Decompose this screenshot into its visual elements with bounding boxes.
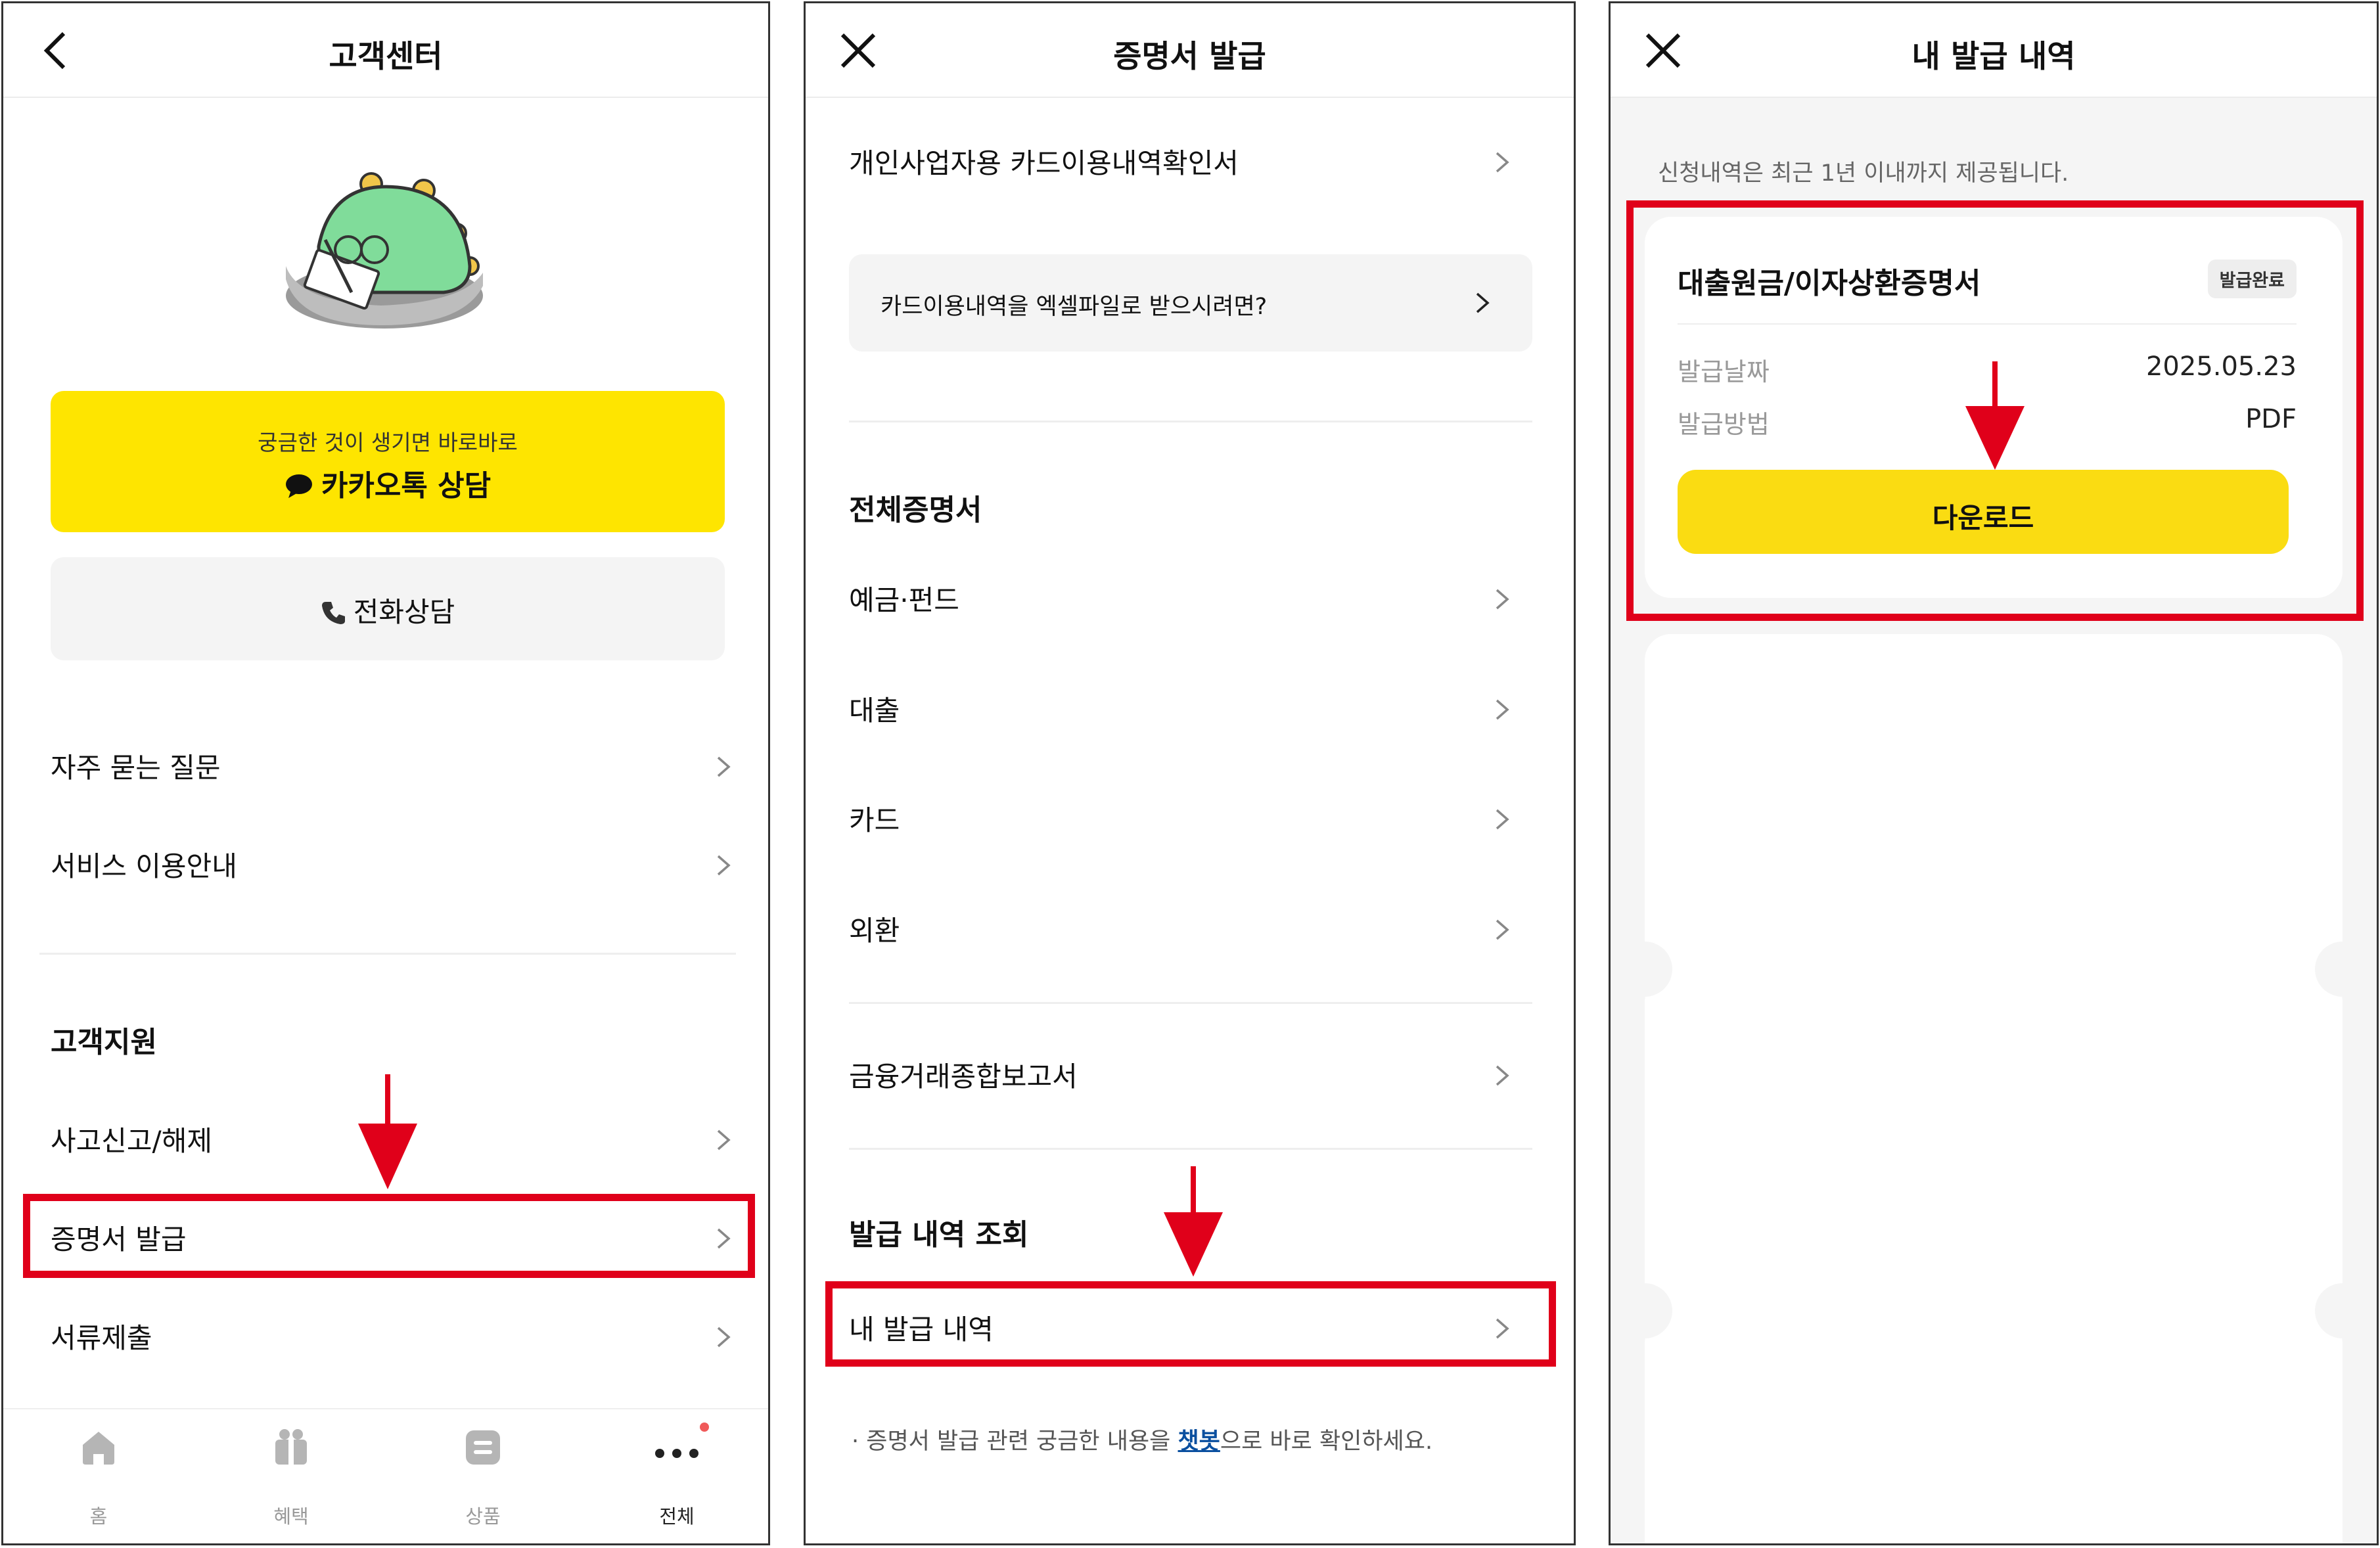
chevron-right-icon — [1496, 589, 1509, 610]
tab-products[interactable]: 상품 — [417, 1409, 549, 1543]
menu-item-label: 서비스 이용안내 — [51, 850, 237, 882]
note-text: 으로 바로 확인하세요. — [1220, 1428, 1433, 1455]
chevron-right-icon — [1496, 1065, 1509, 1086]
menu-item-document-submit[interactable]: 서류제출 — [51, 1316, 734, 1355]
menu-item-label: 카드 — [849, 804, 900, 836]
menu-item-loan[interactable]: 대출 — [849, 689, 1532, 728]
divider — [849, 1148, 1532, 1150]
ticket-notch-decoration — [1617, 942, 2370, 1338]
menu-item-label: 외환 — [849, 915, 900, 947]
menu-item-business-card-usage[interactable]: 개인사업자용 카드이용내역확인서 — [849, 141, 1532, 181]
tab-home[interactable]: 홈 — [33, 1409, 164, 1543]
chevron-right-icon — [1476, 292, 1490, 313]
product-icon — [466, 1430, 500, 1465]
section-title-all-certificates: 전체증명서 — [849, 493, 982, 527]
header: 증명서 발급 — [806, 3, 1574, 98]
menu-item-certificate-issue[interactable]: 증명서 발급 — [51, 1218, 734, 1257]
menu-item-label: 서류제출 — [51, 1322, 152, 1354]
menu-item-deposit-fund[interactable]: 예금·펀드 — [849, 578, 1532, 618]
tab-benefit[interactable]: 혜택 — [225, 1409, 357, 1543]
header: 고객센터 — [3, 3, 768, 98]
gift-icon — [275, 1429, 307, 1465]
tab-label: 상품 — [465, 1505, 501, 1528]
section-title-support: 고객지원 — [51, 1026, 157, 1059]
chevron-right-icon — [1496, 699, 1509, 720]
menu-item-label: 금융거래종합보고서 — [849, 1060, 1078, 1093]
phone-label-text: 전화상담 — [353, 596, 455, 628]
page-title: 증명서 발급 — [1113, 39, 1266, 75]
tab-all[interactable]: 전체 — [611, 1409, 743, 1543]
divider — [39, 953, 736, 955]
phone-consult-button[interactable]: 전화상담 — [51, 557, 725, 660]
chevron-right-icon — [717, 756, 730, 777]
chevron-right-icon — [717, 855, 730, 876]
kakaotalk-consult-button[interactable]: 궁금한 것이 생기면 바로바로 카카오톡 상담 — [51, 391, 725, 532]
divider — [849, 1002, 1532, 1004]
chevron-right-icon — [717, 1228, 730, 1249]
menu-item-financial-report[interactable]: 금융거래종합보고서 — [849, 1055, 1532, 1094]
menu-item-accident-report[interactable]: 사고신고/해제 — [51, 1119, 734, 1158]
certificate-issue-screen: 증명서 발급 개인사업자용 카드이용내역확인서 카드이용내역을 엑셀파일로 받으… — [804, 1, 1576, 1545]
menu-item-faq[interactable]: 자주 묻는 질문 — [51, 746, 734, 785]
more-icon — [655, 1423, 709, 1458]
excel-download-banner[interactable]: 카드이용내역을 엑셀파일로 받으시려면? — [849, 254, 1532, 352]
chevron-right-icon — [717, 1129, 730, 1150]
speech-bubble-icon — [285, 474, 312, 498]
chevron-right-icon — [1496, 1318, 1509, 1339]
section-title-history: 발급 내역 조회 — [849, 1218, 1029, 1252]
excel-banner-label: 카드이용내역을 엑셀파일로 받으시려면? — [881, 294, 1268, 320]
chevron-right-icon — [717, 1327, 730, 1348]
kakao-sub-label: 궁금한 것이 생기면 바로바로 — [258, 430, 518, 455]
menu-item-label: 내 발급 내역 — [849, 1313, 994, 1346]
kakao-main-label: 카카오톡 상담 — [51, 462, 725, 504]
menu-item-label: 대출 — [849, 694, 900, 727]
bottom-tab-bar: 홈 혜택 상품 전체 — [3, 1408, 768, 1543]
home-icon — [83, 1432, 114, 1465]
tab-label: 혜택 — [273, 1505, 309, 1528]
my-issue-history-screen: 내 발급 내역 신청내역은 최근 1년 이내까지 제공됩니다. 대출원금/이자상… — [1609, 1, 2379, 1545]
page-title: 고객센터 — [329, 39, 443, 75]
menu-item-my-history[interactable]: 내 발급 내역 — [849, 1308, 1532, 1347]
menu-item-label: 예금·펀드 — [849, 584, 959, 616]
menu-item-label: 자주 묻는 질문 — [51, 752, 221, 784]
note-text: · 증명서 발급 관련 궁금한 내용을 — [852, 1428, 1178, 1455]
chatbot-link[interactable]: 챗봇 — [1178, 1428, 1220, 1455]
menu-item-service-guide[interactable]: 서비스 이용안내 — [51, 844, 734, 884]
phone-label: 전화상담 — [51, 590, 725, 630]
customer-center-screen: 고객센터 궁금한 것이 생기면 바로바로 카카오톡 상담 전화상담 자주 묻는 … — [1, 1, 770, 1545]
menu-item-foreign-exchange[interactable]: 외환 — [849, 909, 1532, 948]
tab-label: 전체 — [659, 1505, 695, 1528]
chevron-right-icon — [1496, 919, 1509, 940]
chevron-right-icon — [1496, 809, 1509, 830]
menu-item-label: 개인사업자용 카드이용내역확인서 — [849, 147, 1239, 179]
chevron-right-icon — [1496, 152, 1509, 173]
divider — [849, 421, 1532, 422]
menu-item-label: 증명서 발급 — [51, 1223, 187, 1256]
phone-icon — [321, 602, 345, 624]
menu-item-label: 사고신고/해제 — [51, 1125, 212, 1157]
menu-item-card[interactable]: 카드 — [849, 798, 1532, 838]
mascot-illustration — [286, 172, 483, 329]
tab-label: 홈 — [89, 1505, 108, 1528]
chatbot-note: · 증명서 발급 관련 궁금한 내용을 챗봇으로 바로 확인하세요. — [852, 1423, 1432, 1456]
red-arrow-icon — [1164, 1166, 1223, 1277]
kakao-label-text: 카카오톡 상담 — [321, 469, 492, 503]
